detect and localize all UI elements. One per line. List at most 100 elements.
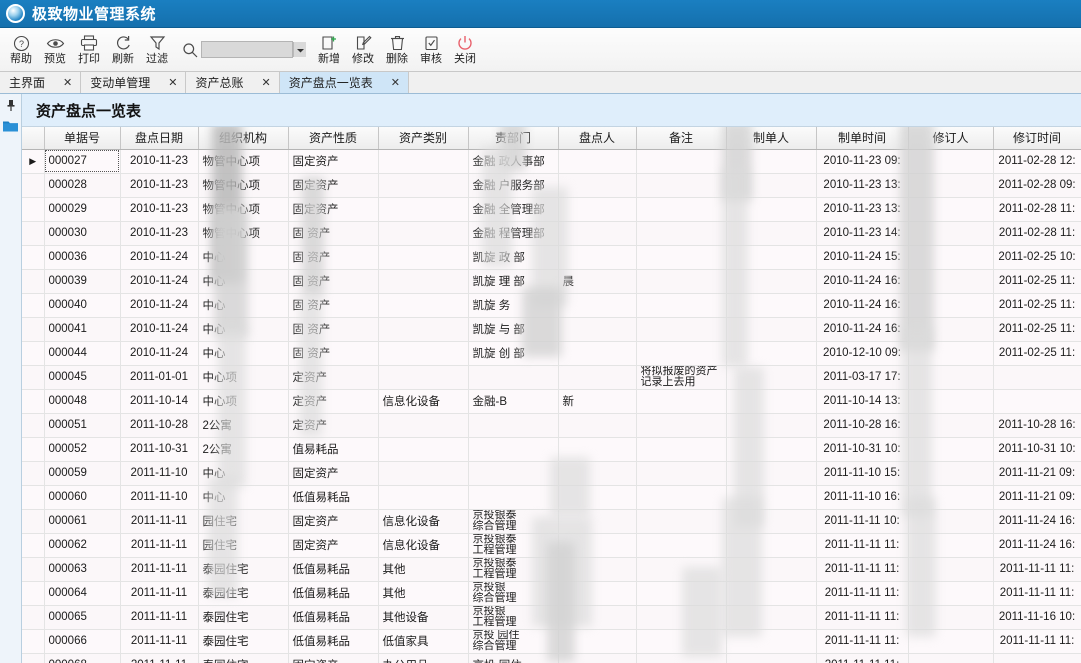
cell-org[interactable]: 中心 — [198, 485, 289, 510]
cell-mtime[interactable]: 2010-11-23 13: — [816, 173, 909, 198]
cell-editor[interactable] — [908, 413, 994, 438]
cell-dept[interactable]: 金融 全管理部 — [468, 197, 559, 222]
cell-mtime[interactable]: 2011-10-14 13: — [816, 389, 909, 414]
cell-etime[interactable]: 2011-11-16 10: — [993, 605, 1081, 630]
cell-etime[interactable]: 2011-10-31 10: — [993, 437, 1081, 462]
cell-remark[interactable]: 将拟报废的资产 记录上去用 — [636, 365, 727, 390]
cell-no[interactable]: 000052 — [44, 437, 121, 462]
cell-no[interactable]: 000063 — [44, 557, 121, 582]
cell-org[interactable]: 泰园住宅 — [198, 605, 289, 630]
tab-main[interactable]: 主界面 ✕ — [0, 72, 82, 93]
cell-cat[interactable]: 信息化设备 — [378, 509, 469, 534]
cell-no[interactable]: 000029 — [44, 197, 121, 222]
table-row[interactable]: 0000682011-11-11泰园住宅固定资产办公用品京投 园住 2011-11… — [22, 653, 1081, 663]
tab-close-icon[interactable]: ✕ — [391, 76, 400, 89]
toolbar-button-help[interactable]: ? 帮助 — [4, 29, 38, 71]
cell-nature[interactable]: 固定资产 — [288, 509, 379, 534]
column-header-mtime[interactable]: 制单时间 — [816, 127, 909, 150]
cell-date[interactable]: 2011-11-11 — [120, 605, 199, 630]
cell-checker[interactable] — [558, 173, 637, 198]
cell-cat[interactable] — [378, 245, 469, 270]
cell-checker[interactable] — [558, 221, 637, 246]
cell-ind[interactable] — [22, 413, 45, 438]
cell-nature[interactable]: 固 资产 — [288, 269, 379, 294]
cell-etime[interactable]: 2011-02-25 11: — [993, 293, 1081, 318]
cell-date[interactable]: 2011-11-11 — [120, 533, 199, 558]
cell-nature[interactable]: 固定资产 — [288, 461, 379, 486]
cell-cat[interactable]: 其他设备 — [378, 605, 469, 630]
cell-nature[interactable]: 低值易耗品 — [288, 581, 379, 606]
cell-ind[interactable] — [22, 437, 45, 462]
cell-editor[interactable] — [908, 197, 994, 222]
cell-dept[interactable] — [468, 413, 559, 438]
cell-mtime[interactable]: 2010-12-10 09: — [816, 341, 909, 366]
cell-ind[interactable] — [22, 389, 45, 414]
cell-etime[interactable]: 2011-10-28 16: — [993, 413, 1081, 438]
cell-maker[interactable] — [726, 389, 817, 414]
cell-mtime[interactable]: 2011-10-28 16: — [816, 413, 909, 438]
cell-maker[interactable] — [726, 149, 817, 174]
cell-no[interactable]: 000064 — [44, 581, 121, 606]
cell-dept[interactable]: 京投银 综合管理 — [468, 581, 559, 606]
cell-editor[interactable] — [908, 557, 994, 582]
tab-asset-ledger[interactable]: 资产总账 ✕ — [186, 72, 280, 93]
cell-remark[interactable] — [636, 173, 727, 198]
cell-etime[interactable]: 2011-02-28 09: — [993, 173, 1081, 198]
cell-remark[interactable] — [636, 557, 727, 582]
cell-maker[interactable] — [726, 269, 817, 294]
cell-maker[interactable] — [726, 437, 817, 462]
cell-date[interactable]: 2010-11-23 — [120, 221, 199, 246]
cell-remark[interactable] — [636, 509, 727, 534]
cell-ind[interactable] — [22, 317, 45, 342]
cell-mtime[interactable]: 2011-11-11 11: — [816, 533, 909, 558]
tab-close-icon[interactable]: ✕ — [63, 76, 72, 89]
cell-editor[interactable] — [908, 173, 994, 198]
cell-cat[interactable] — [378, 341, 469, 366]
cell-remark[interactable] — [636, 461, 727, 486]
cell-date[interactable]: 2010-11-24 — [120, 245, 199, 270]
cell-mtime[interactable]: 2011-11-11 11: — [816, 581, 909, 606]
cell-cat[interactable]: 其他 — [378, 557, 469, 582]
table-row[interactable]: 000051 2011-10-28 2公寓 定资产 2011-10-28 16: 2011… — [22, 413, 1081, 438]
cell-etime[interactable]: 2011-11-11 11: — [993, 629, 1081, 654]
cell-cat[interactable] — [378, 197, 469, 222]
cell-etime[interactable] — [993, 365, 1081, 390]
cell-dept[interactable]: 凯旋 理 部 — [468, 269, 559, 294]
cell-editor[interactable] — [908, 269, 994, 294]
cell-cat[interactable]: 信息化设备 — [378, 389, 469, 414]
cell-checker[interactable] — [558, 605, 637, 630]
cell-ind[interactable] — [22, 629, 45, 654]
cell-nature[interactable]: 定资产 — [288, 389, 379, 414]
cell-checker[interactable] — [558, 461, 637, 486]
cell-maker[interactable] — [726, 653, 817, 663]
cell-editor[interactable] — [908, 653, 994, 663]
cell-org[interactable]: 2公寓 — [198, 413, 289, 438]
table-row[interactable]: 000039 2010-11-24 中心固 资产 凯旋 理 部晨 2010-11-24 … — [22, 269, 1081, 294]
table-row[interactable]: 000044 2010-11-24 中心固 资产 凯旋 创 部 2010-12-10 0… — [22, 341, 1081, 366]
cell-editor[interactable] — [908, 461, 994, 486]
cell-org[interactable]: 物管中心项 — [198, 221, 289, 246]
cell-editor[interactable] — [908, 581, 994, 606]
cell-date[interactable]: 2010-11-23 — [120, 197, 199, 222]
cell-cat[interactable]: 信息化设备 — [378, 533, 469, 558]
cell-checker[interactable] — [558, 437, 637, 462]
cell-cat[interactable]: 其他 — [378, 581, 469, 606]
cell-nature[interactable]: 低值易耗品 — [288, 557, 379, 582]
cell-date[interactable]: 2010-11-24 — [120, 341, 199, 366]
cell-nature[interactable]: 固 资产 — [288, 245, 379, 270]
cell-no[interactable]: 000059 — [44, 461, 121, 486]
cell-date[interactable]: 2011-11-11 — [120, 629, 199, 654]
table-row[interactable]: 000064 2011-11-11 泰园住宅 低值易耗品 其他 京投银 综合管理 2011-1… — [22, 581, 1081, 606]
cell-checker[interactable] — [558, 197, 637, 222]
cell-remark[interactable] — [636, 413, 727, 438]
table-row[interactable]: 000028 2010-11-23 物管中心项 固定资产 金融 户服务部 2010-11-… — [22, 173, 1081, 198]
cell-mtime[interactable]: 2011-03-17 17: — [816, 365, 909, 390]
cell-nature[interactable]: 定资产 — [288, 365, 379, 390]
cell-mtime[interactable]: 2011-11-11 10: — [816, 509, 909, 534]
cell-nature[interactable]: 低值易耗品 — [288, 629, 379, 654]
cell-ind[interactable] — [22, 605, 45, 630]
cell-nature[interactable]: 低值易耗品 — [288, 605, 379, 630]
cell-checker[interactable] — [558, 365, 637, 390]
toolbar-button-add[interactable]: 新增 — [312, 29, 346, 71]
cell-org[interactable]: 园住宅 — [198, 509, 289, 534]
